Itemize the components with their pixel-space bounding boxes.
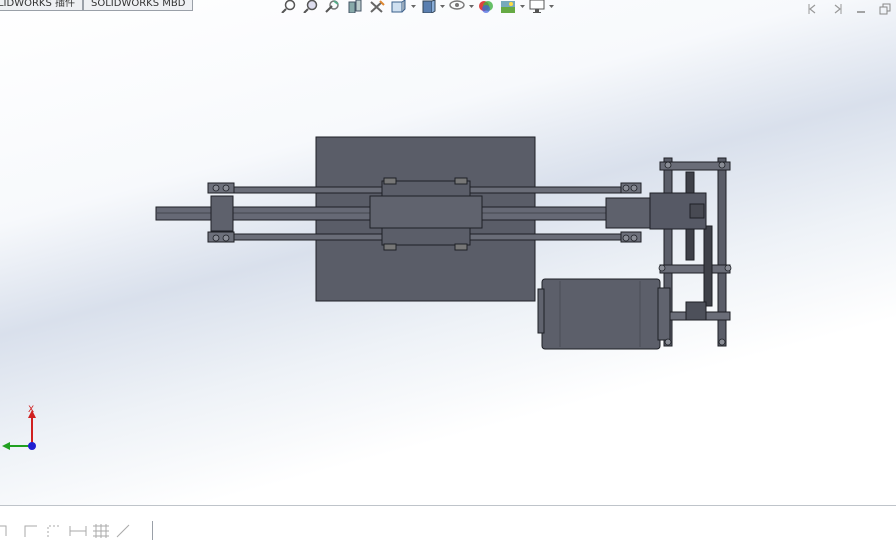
- graphics-area[interactable]: SOLIDWORKS 插件 SOLIDWORKS MBD: [0, 0, 896, 505]
- grid-icon[interactable]: [92, 522, 110, 538]
- dotted-line-icon[interactable]: [46, 522, 64, 538]
- gear-lower: [703, 225, 713, 307]
- triad-x-label: X: [28, 405, 34, 415]
- corner-icon[interactable]: [0, 522, 18, 538]
- angle-icon[interactable]: [115, 522, 133, 538]
- dimension-icon[interactable]: [69, 522, 87, 538]
- rectangle-icon[interactable]: [23, 522, 41, 538]
- cad-assembly-model[interactable]: [0, 0, 896, 505]
- reference-triad: X: [2, 405, 36, 450]
- left-support-block: [210, 195, 234, 232]
- toolbar-divider: [152, 521, 153, 540]
- right-support-block: [605, 197, 655, 229]
- bottom-sketch-bar: [0, 505, 896, 543]
- sketch-tools: [0, 522, 133, 538]
